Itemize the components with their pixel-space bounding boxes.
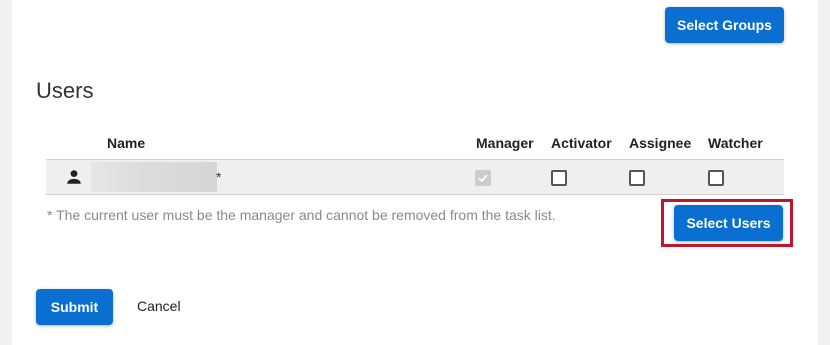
current-user-marker: * <box>216 169 222 185</box>
column-header-manager: Manager <box>476 135 534 151</box>
user-name-redacted <box>91 162 217 192</box>
column-header-activator: Activator <box>551 135 612 151</box>
users-section-title: Users <box>36 78 94 103</box>
column-header-name: Name <box>107 135 146 151</box>
select-groups-button[interactable]: Select Groups <box>665 7 784 43</box>
submit-button[interactable]: Submit <box>36 289 113 325</box>
column-header-watcher: Watcher <box>708 135 763 151</box>
manager-footnote: * The current user must be the manager a… <box>47 207 556 223</box>
activator-checkbox[interactable] <box>551 170 567 186</box>
person-icon <box>65 168 83 186</box>
cancel-button[interactable]: Cancel <box>137 298 181 314</box>
column-header-assignee: Assignee <box>629 135 692 151</box>
table-row: * <box>46 159 784 195</box>
watcher-checkbox[interactable] <box>708 170 724 186</box>
assignee-checkbox[interactable] <box>629 170 645 186</box>
manager-checkbox <box>475 170 491 186</box>
select-users-button[interactable]: Select Users <box>674 205 783 241</box>
